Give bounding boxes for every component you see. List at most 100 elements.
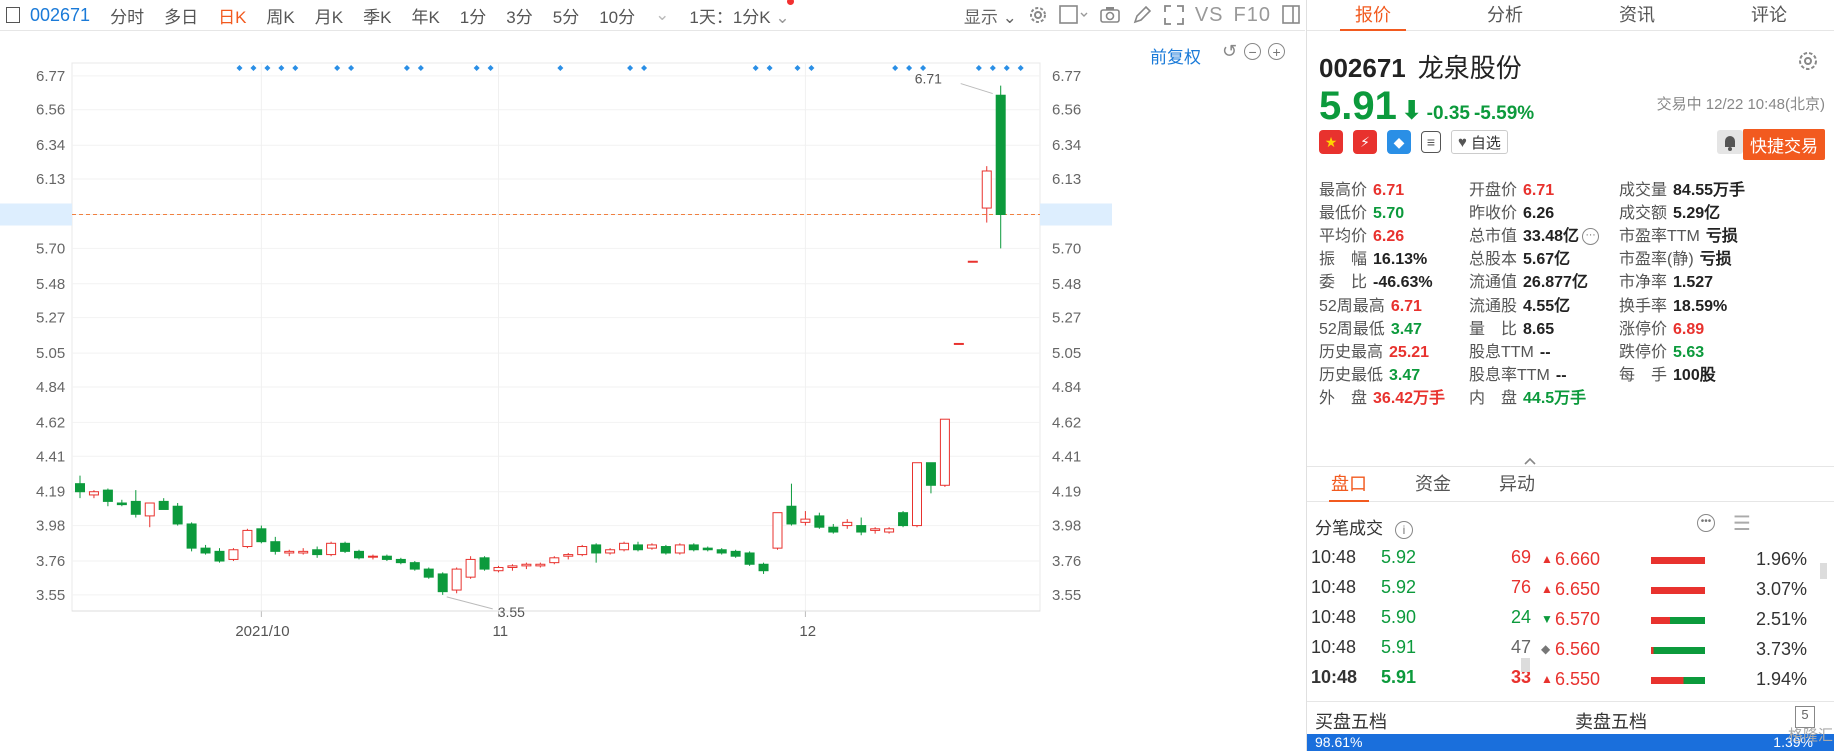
kline-chart-area[interactable]: 6.776.776.566.566.346.346.136.135.915.91… [0,31,1305,751]
stat-value: -- [1555,366,1567,384]
event-marker [975,65,982,71]
margin-trading-icon: ⚡ [1353,130,1377,154]
chevron-up-icon[interactable] [1523,456,1537,466]
triangle-up-icon: ▲ [1541,552,1553,566]
stat-label: 股息TTM [1469,343,1534,361]
tick-price: 5.92 [1381,547,1417,567]
list-view-icon[interactable]: ☰ [1733,511,1751,536]
chevron-down-icon[interactable]: ⌄ [655,5,669,25]
tab-analysis[interactable]: 分析 [1439,0,1571,30]
stat-value: 6.71 [1390,297,1422,315]
current-price-band-left [0,203,72,226]
period-tab-5min[interactable]: 5分 [553,3,579,28]
period-tab-10min[interactable]: 10分 [599,3,635,28]
stat-value: 16.13% [1373,251,1428,269]
gear-icon[interactable] [1797,50,1819,72]
candle-body [535,563,546,567]
fullscreen-icon[interactable] [1163,4,1185,26]
stat-label: 52周最高 [1319,297,1385,315]
chart-style-dropdown-icon[interactable] [1059,4,1089,26]
order-level-row: 6.650 3.07% [1555,573,1834,603]
tick-time: 10:48 [1311,607,1357,627]
stat-value: 3.47 [1389,366,1421,384]
watermark-logo: 格隆汇 [1787,727,1833,744]
quote-panel: 报价 分析 资讯 评论 002671 龙泉股份 5.91 ⬇ -0.35 -5.5… [1306,0,1834,751]
interval-dropdown[interactable]: 1天：1分K ⌄ [689,0,794,28]
event-marker [487,65,494,71]
period-tab-quarterly[interactable]: 季K [363,3,391,28]
adjust-mode-button[interactable]: 前复权 [1150,43,1201,68]
stat-item: 历史最低 3.47 [1319,361,1420,385]
tab-news[interactable]: 资讯 [1571,0,1703,30]
order-level-price: 6.650 [1555,579,1601,599]
buy-five-label: 买盘五档 [1315,712,1387,732]
y-tick-label-left: 5.27 [36,310,65,327]
camera-icon[interactable] [1099,4,1121,26]
stat-label: 涨停价 [1619,320,1668,338]
subtab-movement[interactable]: 异动 [1475,467,1559,501]
period-tab-yearly[interactable]: 年K [411,3,439,28]
display-dropdown[interactable]: 显示 ⌄ [964,3,1017,28]
settings-gear-icon[interactable] [1027,4,1049,26]
zoom-out-icon[interactable]: − [1244,43,1262,60]
f10-button[interactable]: F10 [1234,4,1271,27]
stat-value: 5.63 [1673,343,1705,361]
orderbook-subtabs: 盘口 资金 异动 [1307,466,1834,502]
stat-label: 历史最高 [1319,343,1384,361]
candle-body [786,505,797,525]
add-favorite-button[interactable]: ♥ 自选 [1451,130,1508,154]
period-tab-minute[interactable]: 分时 [110,3,144,28]
y-tick-label-right: 5.27 [1052,310,1081,327]
sidebar-toggle-icon[interactable] [1281,4,1301,26]
y-tick-label-left: 5.48 [36,276,65,293]
period-tab-daily[interactable]: 日K [218,3,246,28]
y-tick-label-right: 6.77 [1052,68,1081,85]
tab-comments[interactable]: 评论 [1703,0,1834,30]
tab-quote[interactable]: 报价 [1307,0,1439,31]
tick-volume: 24 [1510,607,1531,627]
candle-body [451,568,462,591]
candle-body [395,558,406,564]
stock-code-link[interactable]: 002671 [30,5,90,26]
candle-body [298,550,309,554]
period-tab-3min[interactable]: 3分 [506,3,532,28]
min-price-label: 3.55 [498,604,525,620]
more-icon[interactable]: ••• [1697,514,1715,532]
period-tab-multiday[interactable]: 多日 [164,3,198,28]
candle-body [925,462,936,486]
reset-icon[interactable]: ↺ [1222,42,1237,60]
subtab-capital[interactable]: 资金 [1391,467,1475,501]
order-level-row: 6.660 1.96% [1555,543,1834,573]
pencil-draw-icon[interactable] [1131,4,1153,26]
quick-trade-button[interactable]: 快捷交易 [1743,129,1825,160]
kline-chart[interactable]: 6.776.776.566.566.346.346.136.135.915.91… [0,31,1305,751]
buy-ratio: 98.61% [1315,734,1363,750]
tag-icon: ◆ [1387,130,1411,154]
panel-toggle-icon[interactable] [6,7,20,23]
candle-body [130,500,141,515]
candle-body [898,512,909,527]
candle-body [591,544,602,554]
zoom-in-icon[interactable]: + [1268,43,1286,60]
period-tab-1min[interactable]: 1分 [460,3,486,28]
info-icon[interactable]: i [1395,520,1413,539]
subtab-orderbook[interactable]: 盘口 [1307,467,1391,502]
stat-value: 6.26 [1373,228,1405,246]
event-marker [906,65,913,71]
stat-value: -- [1539,343,1551,361]
period-tab-monthly[interactable]: 月K [315,3,343,28]
chevron-down-icon: ⌄ [775,7,790,27]
bell-icon[interactable] [1717,130,1743,154]
stat-value: 亏损 [1699,251,1732,269]
buy-sell-ratio-bar: 98.61% 1.39% [1307,734,1834,751]
more-icon[interactable]: ⋯ [1582,228,1600,246]
candle-body [702,547,713,551]
event-marker [892,65,899,71]
stat-item: 换手率 18.59% [1619,292,1727,316]
event-marker [403,65,410,71]
compare-vs-button[interactable]: VS [1195,4,1224,27]
scrollbar-mini[interactable] [1521,658,1530,672]
notes-icon[interactable]: ≡ [1421,131,1441,153]
scrollbar[interactable] [1820,563,1827,579]
period-tab-weekly[interactable]: 周K [266,3,294,28]
